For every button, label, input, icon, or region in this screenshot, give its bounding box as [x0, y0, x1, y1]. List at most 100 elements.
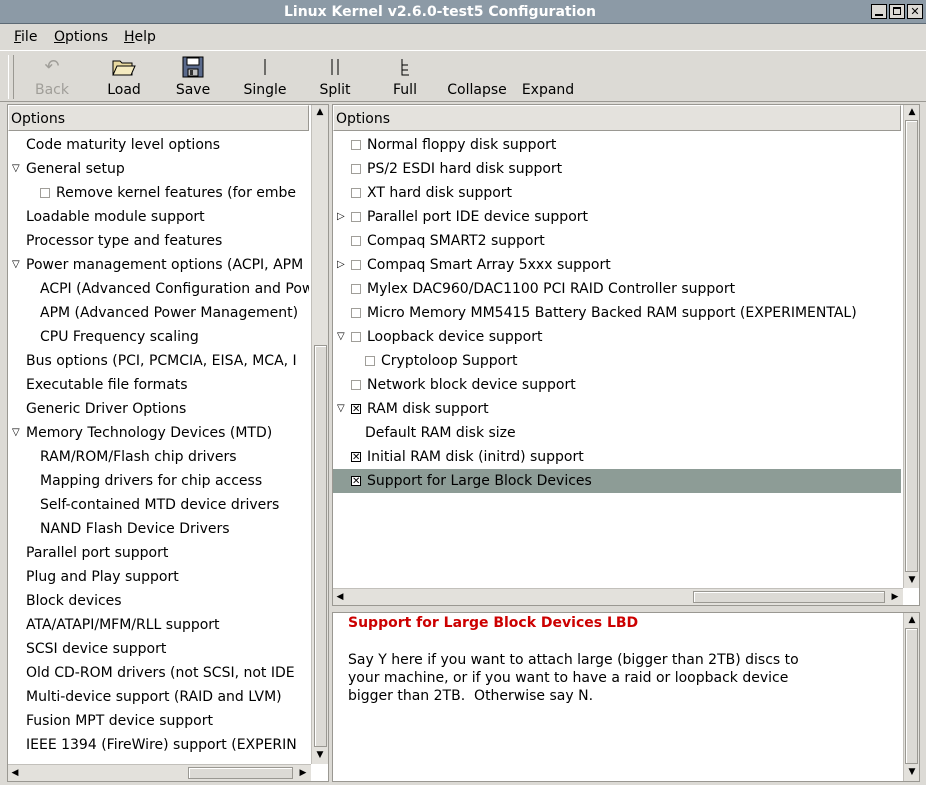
- option-checkbox[interactable]: [351, 308, 361, 318]
- option-row[interactable]: ACPI (Advanced Configuration and Pow: [8, 277, 309, 301]
- menu-file[interactable]: File: [14, 28, 37, 46]
- title-bar[interactable]: Linux Kernel v2.6.0-test5 Configuration …: [0, 0, 926, 24]
- left-horizontal-scrollbar[interactable]: ◀ ▶: [8, 764, 311, 781]
- menu-options[interactable]: Options: [54, 28, 108, 46]
- minimize-button[interactable]: [871, 4, 887, 19]
- save-button[interactable]: Save: [166, 53, 220, 101]
- option-row[interactable]: ▽ Power management options (ACPI, APM: [8, 253, 309, 277]
- full-view-button[interactable]: Full: [378, 53, 432, 101]
- option-row[interactable]: ▽ Memory Technology Devices (MTD): [8, 421, 309, 445]
- scrollbar-thumb[interactable]: [188, 767, 293, 779]
- scroll-up-arrow-icon[interactable]: ▲: [905, 105, 919, 119]
- option-row[interactable]: ▽ General setup: [8, 157, 309, 181]
- right-vertical-scrollbar[interactable]: ▲ ▼: [903, 105, 919, 588]
- expander-closed-icon[interactable]: ▷: [337, 253, 345, 277]
- menu-help[interactable]: Help: [124, 28, 156, 46]
- option-row[interactable]: Bus options (PCI, PCMCIA, EISA, MCA, I: [8, 349, 309, 373]
- option-checkbox[interactable]: ✕: [351, 404, 361, 415]
- option-row[interactable]: CPU Frequency scaling: [8, 325, 309, 349]
- option-checkbox[interactable]: ✕: [351, 452, 361, 463]
- scroll-down-arrow-icon[interactable]: ▼: [313, 748, 327, 762]
- option-row[interactable]: Old CD-ROM drivers (not SCSI, not IDE: [8, 661, 309, 685]
- scrollbar-thumb[interactable]: [905, 628, 918, 764]
- help-vertical-scrollbar[interactable]: ▲ ▼: [903, 613, 919, 781]
- expander-open-icon[interactable]: ▽: [337, 325, 345, 349]
- expander-open-icon[interactable]: ▽: [12, 421, 20, 445]
- option-row[interactable]: ▽ ✕ RAM disk support: [333, 397, 901, 421]
- expander-open-icon[interactable]: ▽: [337, 397, 345, 421]
- option-row[interactable]: Parallel port support: [8, 541, 309, 565]
- option-row[interactable]: Network block device support: [333, 373, 901, 397]
- option-checkbox[interactable]: [351, 164, 361, 174]
- option-row[interactable]: Executable file formats: [8, 373, 309, 397]
- option-checkbox[interactable]: [351, 332, 361, 342]
- option-row[interactable]: Compaq SMART2 support: [333, 229, 901, 253]
- toolbar-grip[interactable]: [8, 55, 14, 99]
- option-row[interactable]: APM (Advanced Power Management): [8, 301, 309, 325]
- option-row[interactable]: NAND Flash Device Drivers: [8, 517, 309, 541]
- load-button[interactable]: Load: [96, 53, 152, 101]
- option-checkbox[interactable]: [351, 260, 361, 270]
- option-checkbox[interactable]: [351, 212, 361, 222]
- option-row[interactable]: Generic Driver Options: [8, 397, 309, 421]
- option-row[interactable]: Cryptoloop Support: [333, 349, 901, 373]
- option-row[interactable]: Remove kernel features (for embe: [8, 181, 309, 205]
- option-row[interactable]: ▷ Parallel port IDE device support: [333, 205, 901, 229]
- option-checkbox[interactable]: [351, 236, 361, 246]
- close-button[interactable]: ✕: [907, 4, 923, 19]
- option-row[interactable]: IEEE 1394 (FireWire) support (EXPERIN: [8, 733, 309, 757]
- option-row[interactable]: Code maturity level options: [8, 133, 309, 157]
- option-row[interactable]: Self-contained MTD device drivers: [8, 493, 309, 517]
- option-row[interactable]: SCSI device support: [8, 637, 309, 661]
- back-button[interactable]: ↶ Back: [26, 53, 78, 101]
- option-row[interactable]: ▷ Compaq Smart Array 5xxx support: [333, 253, 901, 277]
- scroll-up-arrow-icon[interactable]: ▲: [313, 105, 327, 119]
- right-column-header[interactable]: Options: [333, 105, 901, 131]
- option-row[interactable]: ✕ Initial RAM disk (initrd) support: [333, 445, 901, 469]
- option-row[interactable]: ATA/ATAPI/MFM/RLL support: [8, 613, 309, 637]
- option-row[interactable]: Default RAM disk size: [333, 421, 901, 445]
- left-column-header[interactable]: Options: [8, 105, 309, 131]
- expander-open-icon[interactable]: ▽: [12, 157, 20, 181]
- expander-closed-icon[interactable]: ▷: [337, 205, 345, 229]
- maximize-button[interactable]: [889, 4, 905, 19]
- collapse-button[interactable]: Collapse: [442, 53, 512, 101]
- selected-option-row[interactable]: ✕ Support for Large Block Devices: [333, 469, 901, 493]
- option-row[interactable]: Processor type and features: [8, 229, 309, 253]
- scroll-down-arrow-icon[interactable]: ▼: [905, 573, 919, 587]
- single-view-button[interactable]: Single: [236, 53, 294, 101]
- expander-open-icon[interactable]: ▽: [12, 253, 20, 277]
- option-checkbox[interactable]: [351, 188, 361, 198]
- split-view-button[interactable]: Split: [306, 53, 364, 101]
- option-row[interactable]: Mylex DAC960/DAC1100 PCI RAID Controller…: [333, 277, 901, 301]
- option-checkbox[interactable]: [365, 356, 375, 366]
- scroll-left-arrow-icon[interactable]: ◀: [333, 590, 347, 604]
- option-row[interactable]: Block devices: [8, 589, 309, 613]
- option-checkbox[interactable]: [351, 284, 361, 294]
- right-horizontal-scrollbar[interactable]: ◀ ▶: [333, 588, 903, 605]
- scrollbar-thumb[interactable]: [693, 591, 885, 603]
- scroll-left-arrow-icon[interactable]: ◀: [8, 766, 22, 780]
- scroll-right-arrow-icon[interactable]: ▶: [296, 766, 310, 780]
- option-row[interactable]: XT hard disk support: [333, 181, 901, 205]
- option-row[interactable]: Multi-device support (RAID and LVM): [8, 685, 309, 709]
- option-checkbox[interactable]: [351, 380, 361, 390]
- option-row[interactable]: Fusion MPT device support: [8, 709, 309, 733]
- option-row[interactable]: Mapping drivers for chip access: [8, 469, 309, 493]
- option-checkbox[interactable]: [40, 188, 50, 198]
- scrollbar-thumb[interactable]: [905, 120, 918, 572]
- option-checkbox[interactable]: ✕: [351, 476, 361, 487]
- scroll-up-arrow-icon[interactable]: ▲: [905, 613, 919, 627]
- option-row[interactable]: ▽ Loopback device support: [333, 325, 901, 349]
- option-row[interactable]: Normal floppy disk support: [333, 133, 901, 157]
- scroll-right-arrow-icon[interactable]: ▶: [888, 590, 902, 604]
- option-row[interactable]: Plug and Play support: [8, 565, 309, 589]
- option-row[interactable]: RAM/ROM/Flash chip drivers: [8, 445, 309, 469]
- option-row[interactable]: Loadable module support: [8, 205, 309, 229]
- option-row[interactable]: Micro Memory MM5415 Battery Backed RAM s…: [333, 301, 901, 325]
- scrollbar-thumb[interactable]: [314, 345, 327, 747]
- option-checkbox[interactable]: [351, 140, 361, 150]
- expand-button[interactable]: Expand: [516, 53, 580, 101]
- scroll-down-arrow-icon[interactable]: ▼: [905, 765, 919, 779]
- option-row[interactable]: PS/2 ESDI hard disk support: [333, 157, 901, 181]
